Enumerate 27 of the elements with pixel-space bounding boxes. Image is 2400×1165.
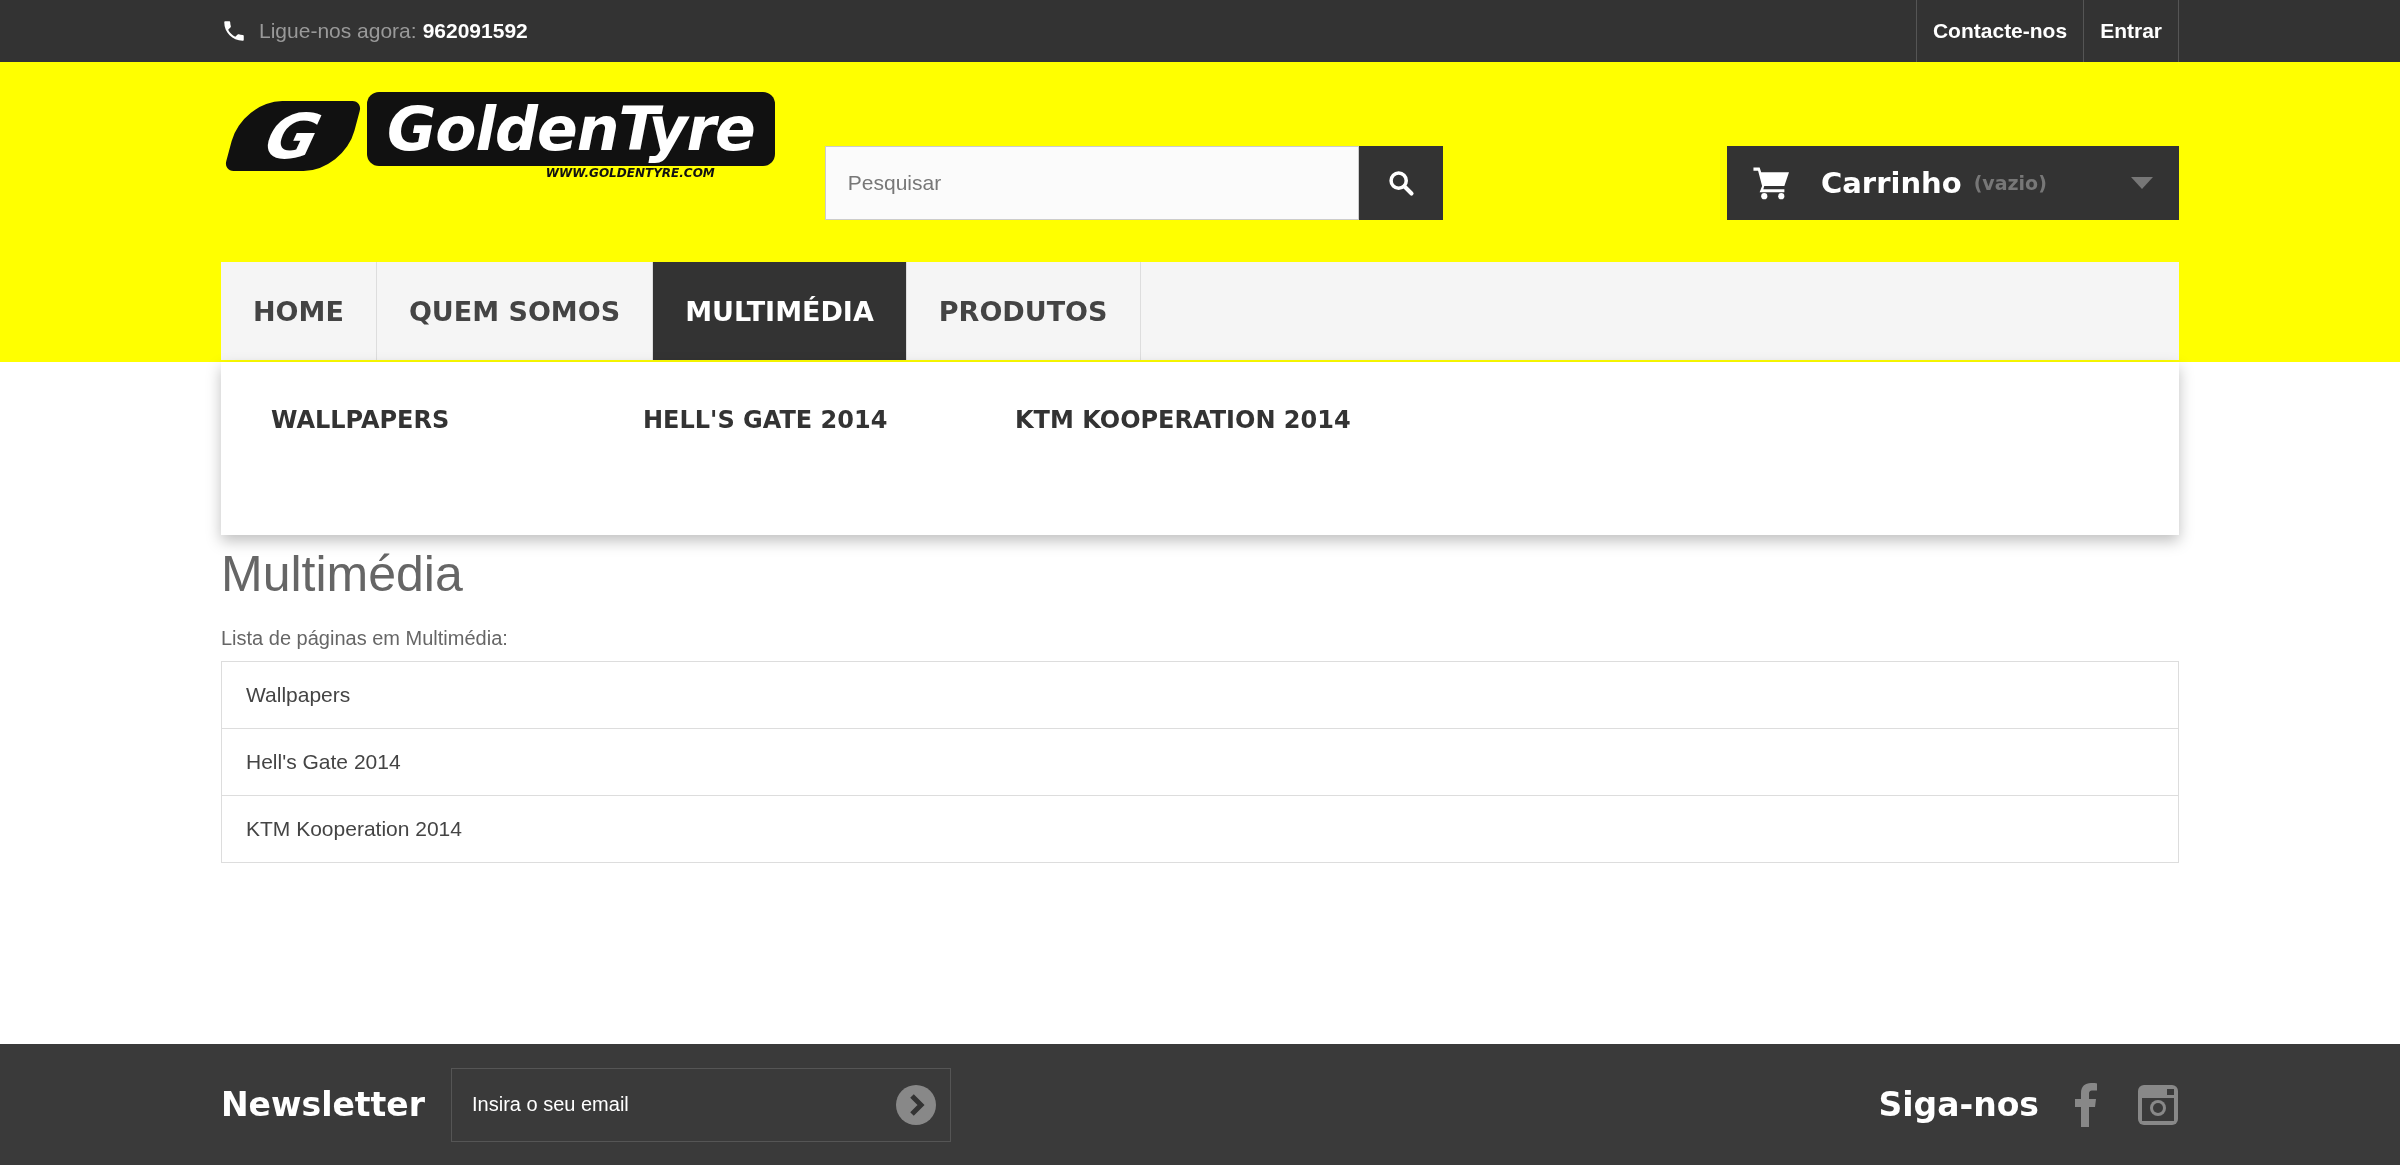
nav-tab[interactable]: MULTIMÉDIA <box>653 262 907 360</box>
page-title: Multimédia <box>221 545 464 603</box>
page-link[interactable]: Wallpapers <box>221 661 2179 729</box>
page-link[interactable]: Hell's Gate 2014 <box>221 728 2179 796</box>
search-field[interactable]: Pesquisar <box>824 146 1359 220</box>
facebook-icon[interactable] <box>2075 1082 2097 1127</box>
menu-item[interactable]: KTM KOOPERATION 2014 <box>1015 406 1351 434</box>
search-button[interactable] <box>1358 146 1443 220</box>
newsletter-title: Newsletter <box>221 1085 426 1124</box>
email-field[interactable]: Insira o seu email <box>451 1067 952 1142</box>
menu-item[interactable]: WALLPAPERS <box>271 406 593 434</box>
logo-url: WWW.GOLDENTYRE.COM <box>545 166 715 180</box>
cart-icon <box>1753 166 1791 200</box>
logo-letter[interactable]: G <box>223 101 363 171</box>
camera-icon[interactable] <box>2137 1083 2179 1126</box>
cart-button[interactable]: Carrinho (vazio) <box>1727 146 2179 220</box>
phone-number: 962091592 <box>422 19 528 43</box>
intro-text: Lista de páginas em Multimédia: <box>221 627 509 650</box>
logo-name[interactable]: GoldenTyre <box>367 92 775 166</box>
caret-icon <box>2131 177 2153 189</box>
page-link[interactable]: KTM Kooperation 2014 <box>221 795 2179 863</box>
call-label: Ligue-nos agora: <box>259 19 417 43</box>
search-icon <box>1386 169 1415 197</box>
follow-label: Siga-nos <box>1878 1085 2039 1124</box>
cart-label: Carrinho <box>1821 166 1962 200</box>
menu-item[interactable]: HELL'S GATE 2014 <box>643 406 965 434</box>
cart-status: (vazio) <box>1973 172 2047 194</box>
